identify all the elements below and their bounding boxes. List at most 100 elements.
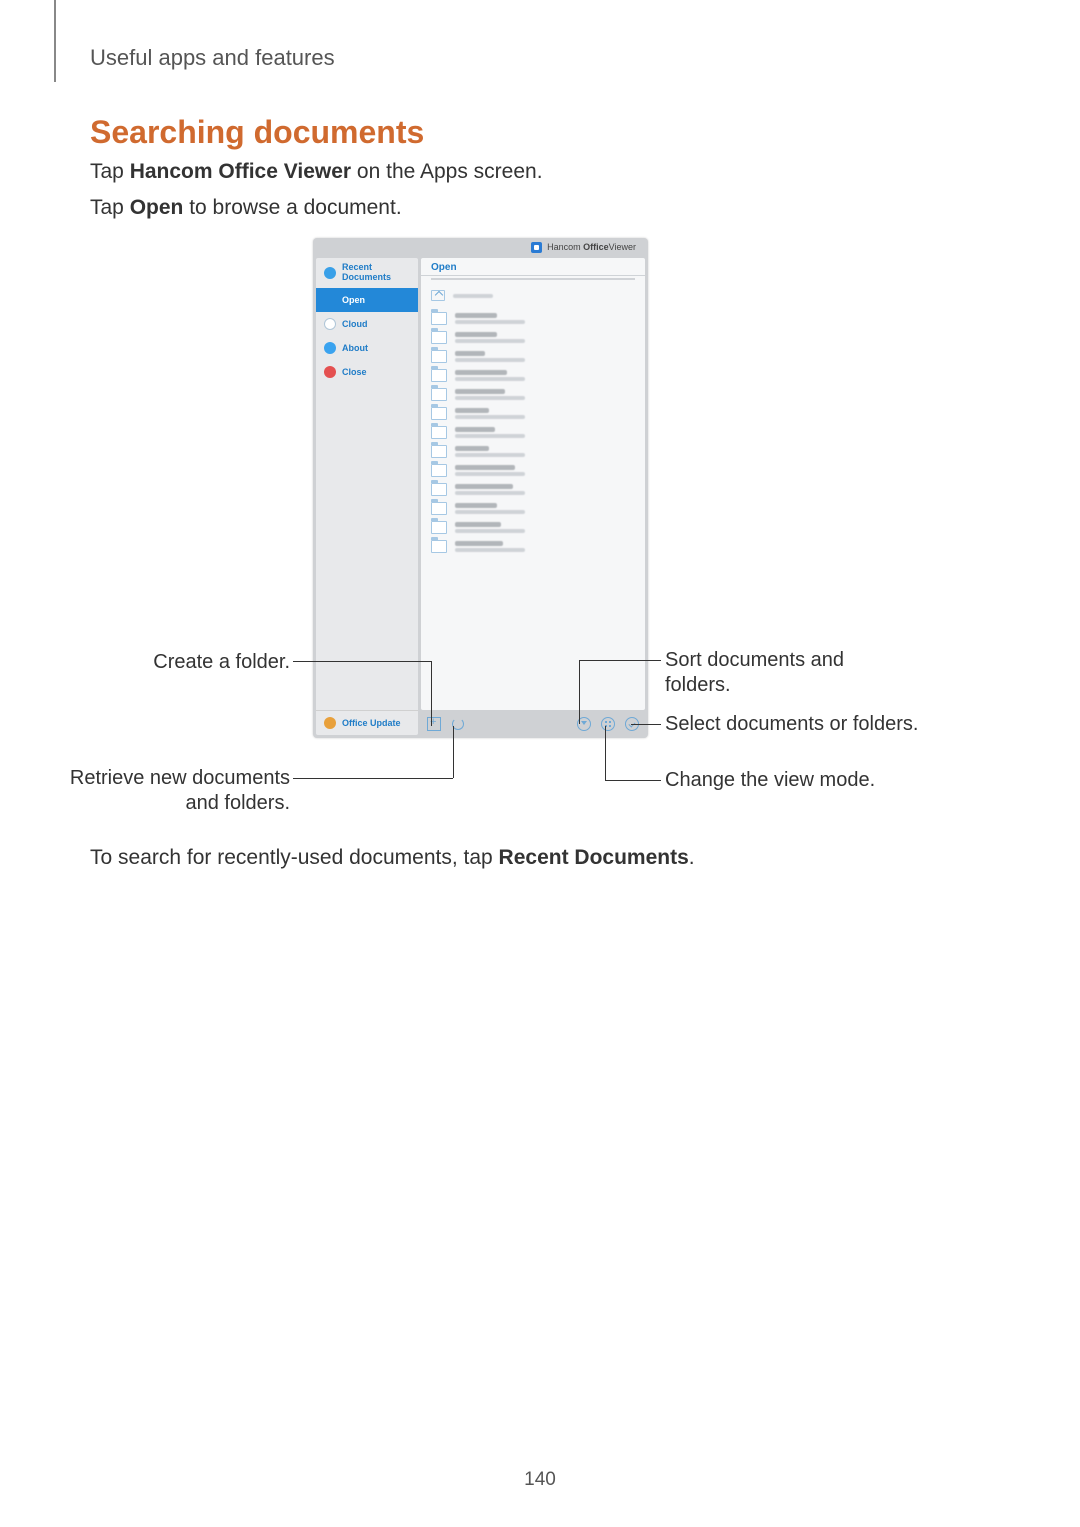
list-item[interactable] bbox=[421, 499, 645, 518]
blurred-text bbox=[455, 313, 525, 324]
folder-icon bbox=[431, 426, 447, 439]
text: Tap bbox=[90, 160, 130, 183]
list-item[interactable] bbox=[421, 461, 645, 480]
text: on the Apps screen. bbox=[351, 160, 542, 183]
page-edge-marker bbox=[54, 0, 56, 82]
leader-line bbox=[453, 726, 454, 778]
action-bold: Open bbox=[130, 196, 184, 219]
section-heading: Searching documents bbox=[90, 114, 424, 151]
list-item[interactable] bbox=[421, 347, 645, 366]
list-item[interactable] bbox=[421, 537, 645, 556]
sidebar-item-label: About bbox=[342, 343, 368, 353]
leader-line bbox=[579, 660, 661, 661]
sidebar-item-label: Close bbox=[342, 367, 367, 377]
blurred-text bbox=[455, 351, 525, 362]
leader-line bbox=[631, 724, 661, 725]
up-folder-icon bbox=[431, 290, 445, 301]
folder-icon bbox=[431, 369, 447, 382]
sidebar-bottom: Office Update bbox=[316, 710, 418, 735]
sidebar-item-label: Open bbox=[342, 295, 365, 305]
blurred-text bbox=[455, 522, 525, 533]
text: To search for recently-used documents, t… bbox=[90, 846, 499, 869]
leader-line bbox=[293, 661, 431, 662]
body-paragraph-3: To search for recently-used documents, t… bbox=[90, 846, 695, 870]
list-item[interactable] bbox=[421, 328, 645, 347]
panel-title: Open bbox=[421, 258, 645, 276]
bottom-toolbar bbox=[421, 713, 645, 735]
view-mode-icon[interactable] bbox=[601, 717, 615, 731]
folder-icon bbox=[431, 521, 447, 534]
body-paragraph-1: Tap Hancom Office Viewer on the Apps scr… bbox=[90, 160, 543, 184]
list-item[interactable] bbox=[421, 518, 645, 537]
callout-sort: Sort documents and folders. bbox=[665, 648, 915, 698]
text: Hancom bbox=[547, 242, 583, 252]
folder-icon bbox=[431, 464, 447, 477]
list-item[interactable] bbox=[421, 442, 645, 461]
blurred-text bbox=[455, 389, 525, 400]
callout-create-folder: Create a folder. bbox=[90, 650, 290, 675]
blurred-text bbox=[455, 465, 525, 476]
sidebar-item-recent-documents[interactable]: Recent Documents bbox=[316, 258, 418, 288]
app-logo-icon bbox=[531, 242, 542, 253]
sidebar-item-cloud[interactable]: Cloud bbox=[316, 312, 418, 336]
app-title: Hancom OfficeViewer bbox=[531, 242, 636, 253]
main-panel: Open bbox=[421, 258, 645, 710]
leader-line bbox=[605, 780, 661, 781]
folder-icon bbox=[431, 312, 447, 325]
sidebar-item-about[interactable]: About bbox=[316, 336, 418, 360]
blurred-text bbox=[455, 484, 525, 495]
blurred-text bbox=[455, 408, 525, 419]
blurred-text bbox=[455, 541, 525, 552]
action-bold: Recent Documents bbox=[499, 846, 689, 869]
page-number: 140 bbox=[0, 1469, 1080, 1491]
leader-line bbox=[605, 726, 606, 780]
list-item[interactable] bbox=[421, 309, 645, 328]
update-icon bbox=[324, 717, 336, 729]
cloud-icon bbox=[324, 318, 336, 330]
leader-line bbox=[293, 778, 453, 779]
text: to browse a document. bbox=[183, 196, 401, 219]
folder-icon bbox=[431, 407, 447, 420]
path-bar bbox=[431, 276, 635, 280]
blurred-text bbox=[455, 332, 525, 343]
text: Office bbox=[583, 242, 609, 252]
list-item[interactable] bbox=[421, 366, 645, 385]
folder-icon bbox=[431, 540, 447, 553]
list-item[interactable] bbox=[421, 404, 645, 423]
info-icon bbox=[324, 342, 336, 354]
text: Viewer bbox=[609, 242, 636, 252]
list-item[interactable] bbox=[421, 385, 645, 404]
sidebar-item-label: Cloud bbox=[342, 319, 368, 329]
folder-icon bbox=[324, 294, 336, 306]
sidebar-item-label: Office Update bbox=[342, 718, 401, 728]
callout-retrieve: Retrieve new documents and folders. bbox=[60, 766, 290, 816]
leader-line bbox=[431, 661, 432, 726]
text: Tap bbox=[90, 196, 130, 219]
blurred-text bbox=[455, 427, 525, 438]
app-title-text: Hancom OfficeViewer bbox=[547, 242, 636, 252]
folder-icon bbox=[431, 388, 447, 401]
folder-icon bbox=[431, 331, 447, 344]
callout-view-mode: Change the view mode. bbox=[665, 768, 945, 793]
list-item[interactable] bbox=[421, 423, 645, 442]
folder-icon bbox=[431, 350, 447, 363]
callout-select: Select documents or folders. bbox=[665, 712, 925, 737]
sidebar-item-office-update[interactable]: Office Update bbox=[316, 711, 418, 735]
folder-icon bbox=[431, 445, 447, 458]
folder-icon bbox=[431, 502, 447, 515]
blurred-text bbox=[455, 446, 525, 457]
sidebar: Recent Documents Open Cloud About Close … bbox=[316, 258, 418, 735]
up-folder-row[interactable] bbox=[421, 286, 645, 309]
close-icon bbox=[324, 366, 336, 378]
app-screenshot: Hancom OfficeViewer Recent Documents Ope… bbox=[313, 238, 648, 738]
sidebar-item-close[interactable]: Close bbox=[316, 360, 418, 384]
list-item[interactable] bbox=[421, 480, 645, 499]
breadcrumb: Useful apps and features bbox=[90, 45, 335, 71]
folder-icon bbox=[431, 483, 447, 496]
text: . bbox=[689, 846, 695, 869]
blurred-text bbox=[453, 294, 493, 298]
sidebar-item-open[interactable]: Open bbox=[316, 288, 418, 312]
blurred-text bbox=[455, 370, 525, 381]
app-name-bold: Hancom Office Viewer bbox=[130, 160, 351, 183]
new-folder-icon[interactable] bbox=[427, 717, 441, 731]
